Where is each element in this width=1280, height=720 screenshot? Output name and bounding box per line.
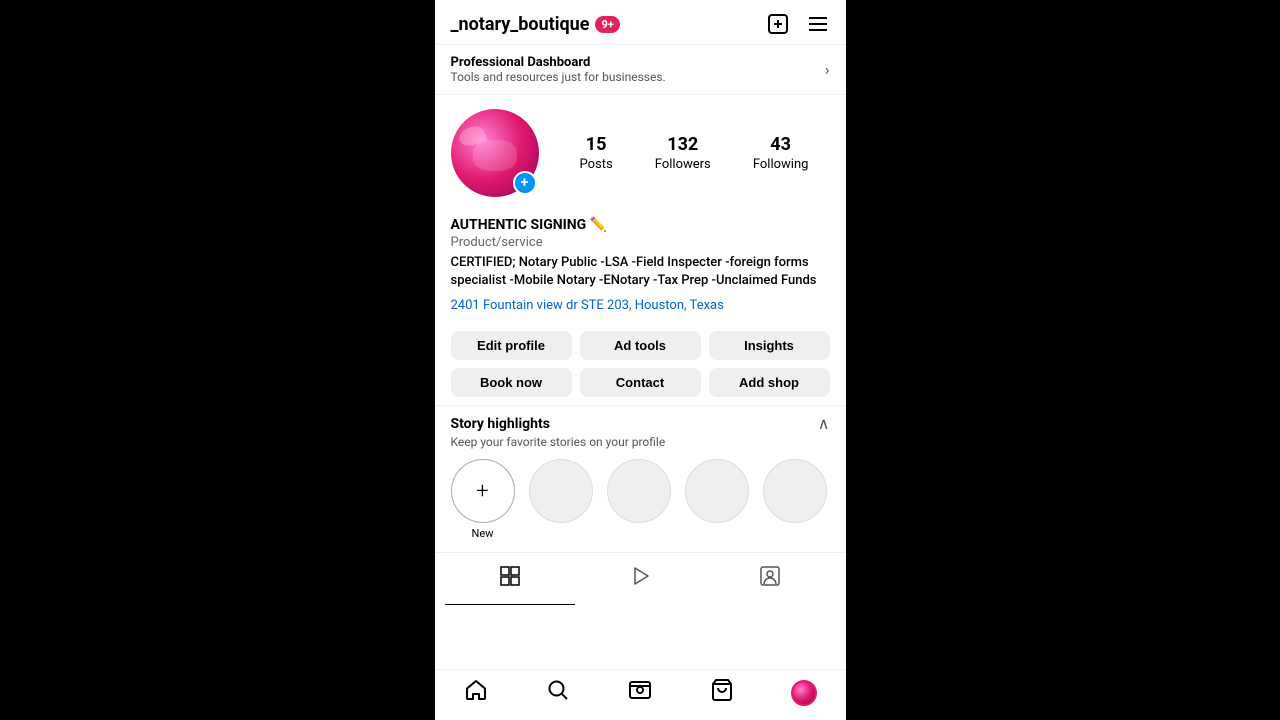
tab-reels[interactable] [575,553,705,605]
add-shop-button[interactable]: Add shop [709,368,830,397]
contact-button[interactable]: Contact [580,368,701,397]
posts-stat[interactable]: 15 Posts [580,134,613,172]
menu-button[interactable] [806,12,830,36]
following-stat[interactable]: 43 Following [753,134,809,172]
top-bar: _notary_boutique 9+ [435,0,846,44]
posts-count: 15 [586,134,607,155]
search-icon [546,678,570,708]
edit-profile-button[interactable]: Edit profile [451,331,572,360]
nav-profile-avatar [791,680,817,706]
highlights-title: Story highlights [451,416,550,432]
highlight-circle-4 [763,459,827,523]
location-link[interactable]: 2401 Fountain view dr STE 203, Houston, … [451,298,724,313]
posts-label: Posts [580,157,613,172]
highlights-row: + New [451,459,830,548]
highlights-subtitle: Keep your favorite stories on your profi… [451,435,830,449]
highlight-item-3[interactable] [685,459,749,540]
insights-button[interactable]: Insights [709,331,830,360]
following-count: 43 [770,134,791,155]
add-story-button[interactable]: + [513,171,537,195]
plus-icon: + [476,479,488,504]
bio-text: CERTIFIED; Notary Public -LSA -Field Ins… [451,254,830,290]
nav-shop[interactable] [681,678,763,708]
tagged-icon [759,565,781,592]
nav-home[interactable] [435,678,517,708]
display-name: AUTHENTIC SIGNING ✏️ [451,217,830,233]
highlight-item-1[interactable] [529,459,593,540]
story-highlights: Story highlights ∧ Keep your favorite st… [435,405,846,552]
add-post-button[interactable] [766,12,790,36]
home-icon [464,678,488,708]
username-area: _notary_boutique 9+ [451,14,620,35]
reels-icon [629,565,651,592]
followers-stat[interactable]: 132 Followers [655,134,711,172]
highlight-item-4[interactable] [763,459,827,540]
highlight-circle-1 [529,459,593,523]
action-buttons-row2: Book now Contact Add shop [435,368,846,405]
highlight-circle-2 [607,459,671,523]
followers-label: Followers [655,157,711,172]
new-highlight-item[interactable]: + New [451,459,515,540]
nav-reels[interactable] [599,678,681,708]
grid-icon [499,565,521,592]
stats-row: 15 Posts 132 Followers 43 Following [559,134,830,172]
notification-badge[interactable]: 9+ [595,16,619,33]
avatar-wrapper[interactable]: + [451,109,539,197]
highlight-circle-3 [685,459,749,523]
new-highlight-circle: + [451,459,515,523]
highlight-item-2[interactable] [607,459,671,540]
nav-reels-icon [628,678,652,708]
highlights-header: Story highlights ∧ [451,414,830,433]
highlights-collapse-icon[interactable]: ∧ [818,414,830,433]
action-buttons-row1: Edit profile Ad tools Insights [435,323,846,368]
book-now-button[interactable]: Book now [451,368,572,397]
following-label: Following [753,157,809,172]
pro-dashboard-text: Professional Dashboard Tools and resourc… [451,55,666,84]
bottom-nav [435,669,846,720]
pro-dashboard-title: Professional Dashboard [451,55,666,70]
pro-dashboard-subtitle: Tools and resources just for businesses. [451,70,666,84]
new-highlight-label: New [472,527,494,540]
profile-top: + 15 Posts 132 Followers 43 Following [451,109,830,197]
content-tabs [435,552,846,605]
top-icons [766,12,830,36]
category: Product/service [451,235,830,250]
username: _notary_boutique [451,14,590,35]
followers-count: 132 [667,134,698,155]
pro-dashboard-arrow-icon: › [825,60,830,79]
ad-tools-button[interactable]: Ad tools [580,331,701,360]
nav-profile[interactable] [763,678,845,708]
profile-section: + 15 Posts 132 Followers 43 Following [435,95,846,217]
bio-section: AUTHENTIC SIGNING ✏️ Product/service CER… [435,217,846,323]
tab-grid[interactable] [445,553,575,605]
nav-search[interactable] [517,678,599,708]
shop-icon [710,678,734,708]
pro-dashboard-banner[interactable]: Professional Dashboard Tools and resourc… [435,44,846,95]
tab-tagged[interactable] [705,553,835,605]
